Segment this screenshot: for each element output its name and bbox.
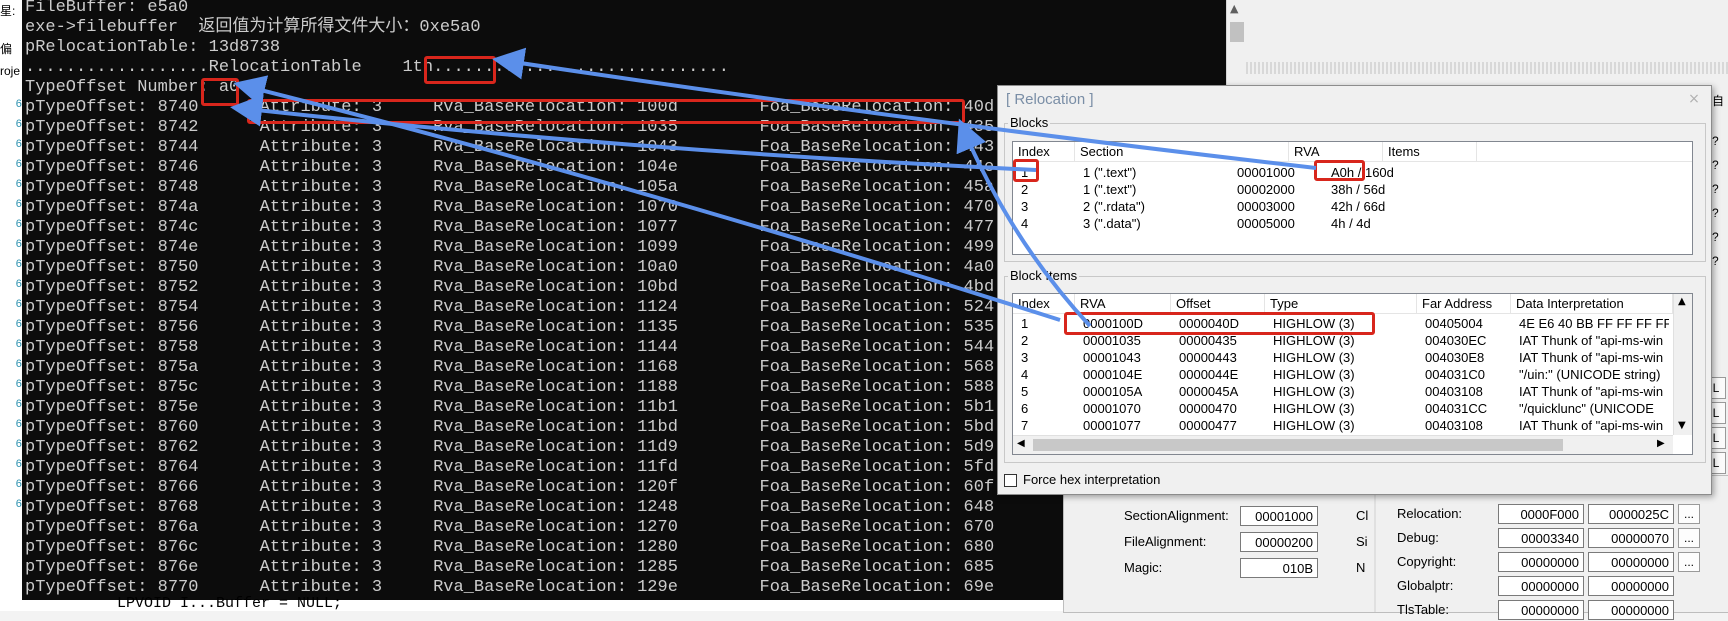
annotation-arrows bbox=[230, 47, 1317, 328]
annotation-arrow bbox=[492, 47, 1317, 170]
